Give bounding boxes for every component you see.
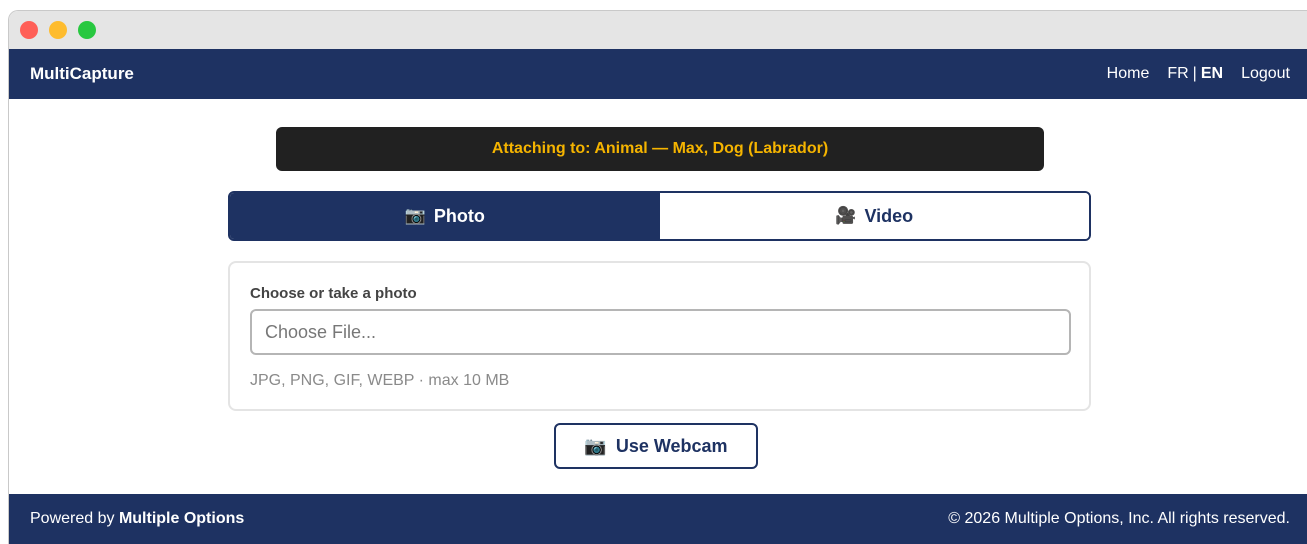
page-footer: Powered by Multiple Options © 2026 Multi… (9, 494, 1307, 544)
top-navbar: MultiCapture Home FR | EN Logout (9, 49, 1307, 99)
powered-by-prefix: Powered by (30, 510, 119, 527)
file-input[interactable]: Choose File... (250, 309, 1071, 355)
tab-photo-label: Photo (433, 205, 485, 226)
nav-links: Home FR | EN Logout (1107, 65, 1290, 83)
upload-label: Choose or take a photo (250, 285, 417, 302)
upload-card: Choose or take a photo Choose File... JP… (228, 261, 1091, 411)
attaching-banner: Attaching to: Animal — Max, Dog (Labrado… (276, 127, 1044, 171)
tab-video[interactable]: 🎥 Video (659, 193, 1089, 239)
lang-separator: | (1192, 65, 1197, 82)
file-format-hint: JPG, PNG, GIF, WEBP · max 10 MB (250, 372, 510, 389)
logout-link[interactable]: Logout (1241, 65, 1290, 83)
nav-home-link[interactable]: Home (1107, 65, 1150, 83)
camera-icon: 📷 (584, 435, 607, 456)
minimize-window-button[interactable] (49, 21, 67, 39)
window-titlebar (9, 11, 1307, 49)
maximize-window-button[interactable] (78, 21, 96, 39)
powered-by-brand[interactable]: Multiple Options (119, 510, 244, 527)
video-camera-icon: 🎥 (835, 206, 857, 225)
use-webcam-label: Use Webcam (615, 435, 728, 456)
use-webcam-button[interactable]: 📷 Use Webcam (554, 423, 758, 469)
main-content: Attaching to: Animal — Max, Dog (Labrado… (9, 99, 1307, 495)
file-input-placeholder: Choose File... (265, 321, 377, 342)
tab-photo[interactable]: 📷 Photo (230, 193, 660, 239)
close-window-button[interactable] (20, 21, 38, 39)
media-type-tabs: 📷 Photo 🎥 Video (228, 191, 1091, 241)
powered-by: Powered by Multiple Options (30, 510, 244, 528)
brand-logo[interactable]: MultiCapture (30, 64, 134, 84)
lang-fr-link[interactable]: FR (1167, 65, 1188, 83)
browser-window: MultiCapture Home FR | EN Logout Attachi… (8, 10, 1307, 544)
camera-icon: 📷 (404, 206, 426, 225)
tab-video-label: Video (864, 205, 914, 226)
copyright-text: © 2026 Multiple Options, Inc. All rights… (948, 510, 1290, 527)
lang-en-link[interactable]: EN (1201, 65, 1223, 83)
